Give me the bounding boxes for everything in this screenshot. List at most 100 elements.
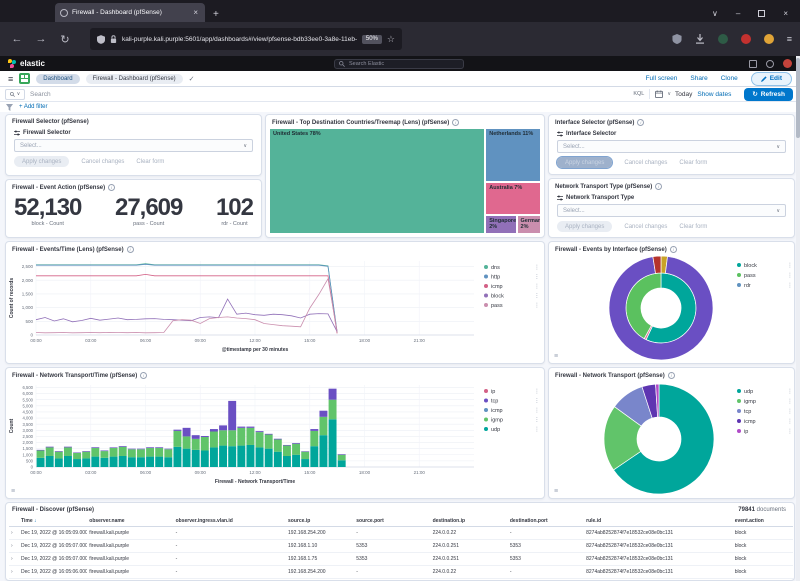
info-icon[interactable]: i — [637, 119, 644, 126]
table-row[interactable]: ›Dec 19, 2022 @ 16:05:09.000firewall.kal… — [9, 527, 793, 540]
bar-segment-tcp[interactable] — [183, 428, 191, 437]
bar-segment-tcp[interactable] — [119, 446, 127, 447]
bar-segment-tcp[interactable] — [274, 439, 282, 440]
bar-segment-igmp[interactable] — [137, 449, 145, 457]
legend-item[interactable]: pass⋮ — [484, 302, 540, 309]
bar-segment-igmp[interactable] — [110, 448, 118, 457]
bar-segment-igmp[interactable] — [338, 455, 346, 461]
bar-segment-igmp[interactable] — [274, 439, 282, 451]
legend-menu-icon[interactable]: ⋮ — [534, 264, 540, 271]
bar-segment-igmp[interactable] — [55, 452, 63, 459]
bar-segment-igmp[interactable] — [228, 430, 236, 446]
column-header[interactable]: observer.ingress.vlan.id — [174, 516, 286, 527]
bar-segment-udp[interactable] — [228, 446, 236, 467]
bar-segment-igmp[interactable] — [82, 452, 90, 459]
elastic-logo[interactable]: elastic — [8, 59, 45, 68]
bar-segment-udp[interactable] — [164, 457, 172, 467]
date-quick-select[interactable]: ∨ Today — [655, 90, 692, 98]
bar-segment-tcp[interactable] — [155, 447, 163, 448]
refresh-button[interactable]: ↻ Refresh — [744, 88, 793, 101]
transport-time-bar-chart[interactable]: 05001,0001,5002,0002,5003,0003,5004,0004… — [6, 381, 544, 498]
bar-segment-igmp[interactable] — [128, 449, 136, 457]
legend-item[interactable]: udp⋮ — [737, 388, 793, 395]
bar-segment-udp[interactable] — [173, 447, 181, 467]
bar-segment-tcp[interactable] — [329, 389, 337, 400]
legend-item[interactable]: rdr⋮ — [737, 282, 793, 289]
legend-menu-icon[interactable]: ⋮ — [534, 274, 540, 281]
bar-segment-tcp[interactable] — [82, 451, 90, 452]
space-avatar-icon[interactable] — [783, 59, 792, 68]
legend-menu-icon[interactable]: ⋮ — [534, 388, 540, 395]
breadcrumb-page[interactable]: Firewall - Dashboard (pfSense) — [86, 74, 183, 84]
bar-segment-udp[interactable] — [119, 456, 127, 467]
legend-menu-icon[interactable]: ⋮ — [787, 262, 793, 269]
bar-segment-tcp[interactable] — [219, 425, 227, 430]
bar-segment-igmp[interactable] — [292, 444, 300, 455]
bar-segment-igmp[interactable] — [155, 448, 163, 457]
sort-down-icon[interactable]: ↓ — [33, 518, 37, 524]
bar-segment-tcp[interactable] — [146, 447, 154, 448]
legend-item[interactable]: dns⋮ — [484, 264, 540, 271]
legend-menu-icon[interactable]: ⋮ — [787, 398, 793, 405]
apps-grid-icon[interactable] — [749, 60, 757, 68]
bar-segment-udp[interactable] — [210, 447, 218, 467]
show-dates-link[interactable]: Show dates — [697, 91, 731, 98]
legend-menu-icon[interactable]: ⋮ — [787, 418, 793, 425]
column-header[interactable]: source.port — [354, 516, 430, 527]
events-by-interface-donut-chart[interactable]: block⋮pass⋮rdr⋮ — [549, 255, 794, 361]
info-icon[interactable]: i — [127, 246, 134, 253]
bar-segment-tcp[interactable] — [228, 401, 236, 430]
treemap-block[interactable]: Germany 2% — [517, 215, 541, 234]
bar-segment-tcp[interactable] — [237, 427, 245, 428]
full-screen-link[interactable]: Full screen — [646, 75, 678, 82]
info-icon[interactable]: i — [140, 372, 147, 379]
extension-red-icon[interactable] — [741, 34, 751, 44]
bar-segment-igmp[interactable] — [73, 453, 81, 459]
bar-segment-igmp[interactable] — [100, 451, 108, 458]
legend-item[interactable]: tcp⋮ — [737, 408, 793, 415]
info-icon[interactable]: i — [655, 183, 662, 190]
bar-segment-igmp[interactable] — [164, 449, 172, 457]
bar-segment-tcp[interactable] — [173, 430, 181, 431]
legend-item[interactable]: ip⋮ — [484, 388, 540, 395]
column-header[interactable]: destination.ip — [431, 516, 508, 527]
apply-changes-button[interactable]: Apply changes — [14, 156, 69, 167]
bar-segment-tcp[interactable] — [55, 451, 63, 452]
bar-segment-tcp[interactable] — [246, 427, 254, 428]
bar-segment-tcp[interactable] — [128, 449, 136, 450]
bar-segment-tcp[interactable] — [256, 431, 264, 432]
transport-type-dropdown[interactable]: Select... ∨ — [557, 204, 786, 217]
bar-segment-tcp[interactable] — [64, 447, 72, 448]
bar-segment-udp[interactable] — [91, 457, 99, 467]
bar-segment-tcp[interactable] — [283, 445, 291, 446]
bar-segment-udp[interactable] — [246, 445, 254, 467]
info-icon[interactable]: i — [108, 184, 115, 191]
bar-segment-tcp[interactable] — [338, 454, 346, 455]
firewall-selector-dropdown[interactable]: Select... ∨ — [14, 139, 253, 152]
window-minimize-button[interactable]: – — [736, 9, 740, 18]
bar-segment-igmp[interactable] — [265, 435, 273, 449]
saved-query-menu-button[interactable]: ∨ — [5, 89, 25, 100]
bar-segment-tcp[interactable] — [46, 447, 54, 448]
legend-menu-icon[interactable]: ⋮ — [534, 426, 540, 433]
bar-segment-tcp[interactable] — [100, 450, 108, 451]
bar-segment-udp[interactable] — [128, 457, 136, 467]
bar-segment-udp[interactable] — [37, 458, 45, 467]
bar-segment-udp[interactable] — [301, 459, 309, 467]
legend-item[interactable]: block⋮ — [484, 293, 540, 300]
column-header[interactable]: rule.id — [584, 516, 733, 527]
legend-item[interactable]: igmp⋮ — [484, 417, 540, 424]
bar-segment-udp[interactable] — [292, 455, 300, 467]
bar-segment-igmp[interactable] — [237, 428, 245, 446]
user-profile-icon[interactable] — [766, 60, 774, 68]
page-scrollbar[interactable] — [796, 56, 800, 581]
table-row[interactable]: ›Dec 19, 2022 @ 16:05:06.000firewall.kal… — [9, 566, 793, 579]
bar-segment-tcp[interactable] — [265, 434, 273, 435]
bar-segment-udp[interactable] — [100, 458, 108, 467]
bar-segment-udp[interactable] — [329, 419, 337, 467]
legend-menu-icon[interactable]: ⋮ — [787, 428, 793, 435]
bar-segment-udp[interactable] — [82, 458, 90, 467]
scrollbar-thumb[interactable] — [796, 58, 800, 138]
bar-segment-tcp[interactable] — [137, 449, 145, 450]
bar-segment-igmp[interactable] — [301, 452, 309, 459]
